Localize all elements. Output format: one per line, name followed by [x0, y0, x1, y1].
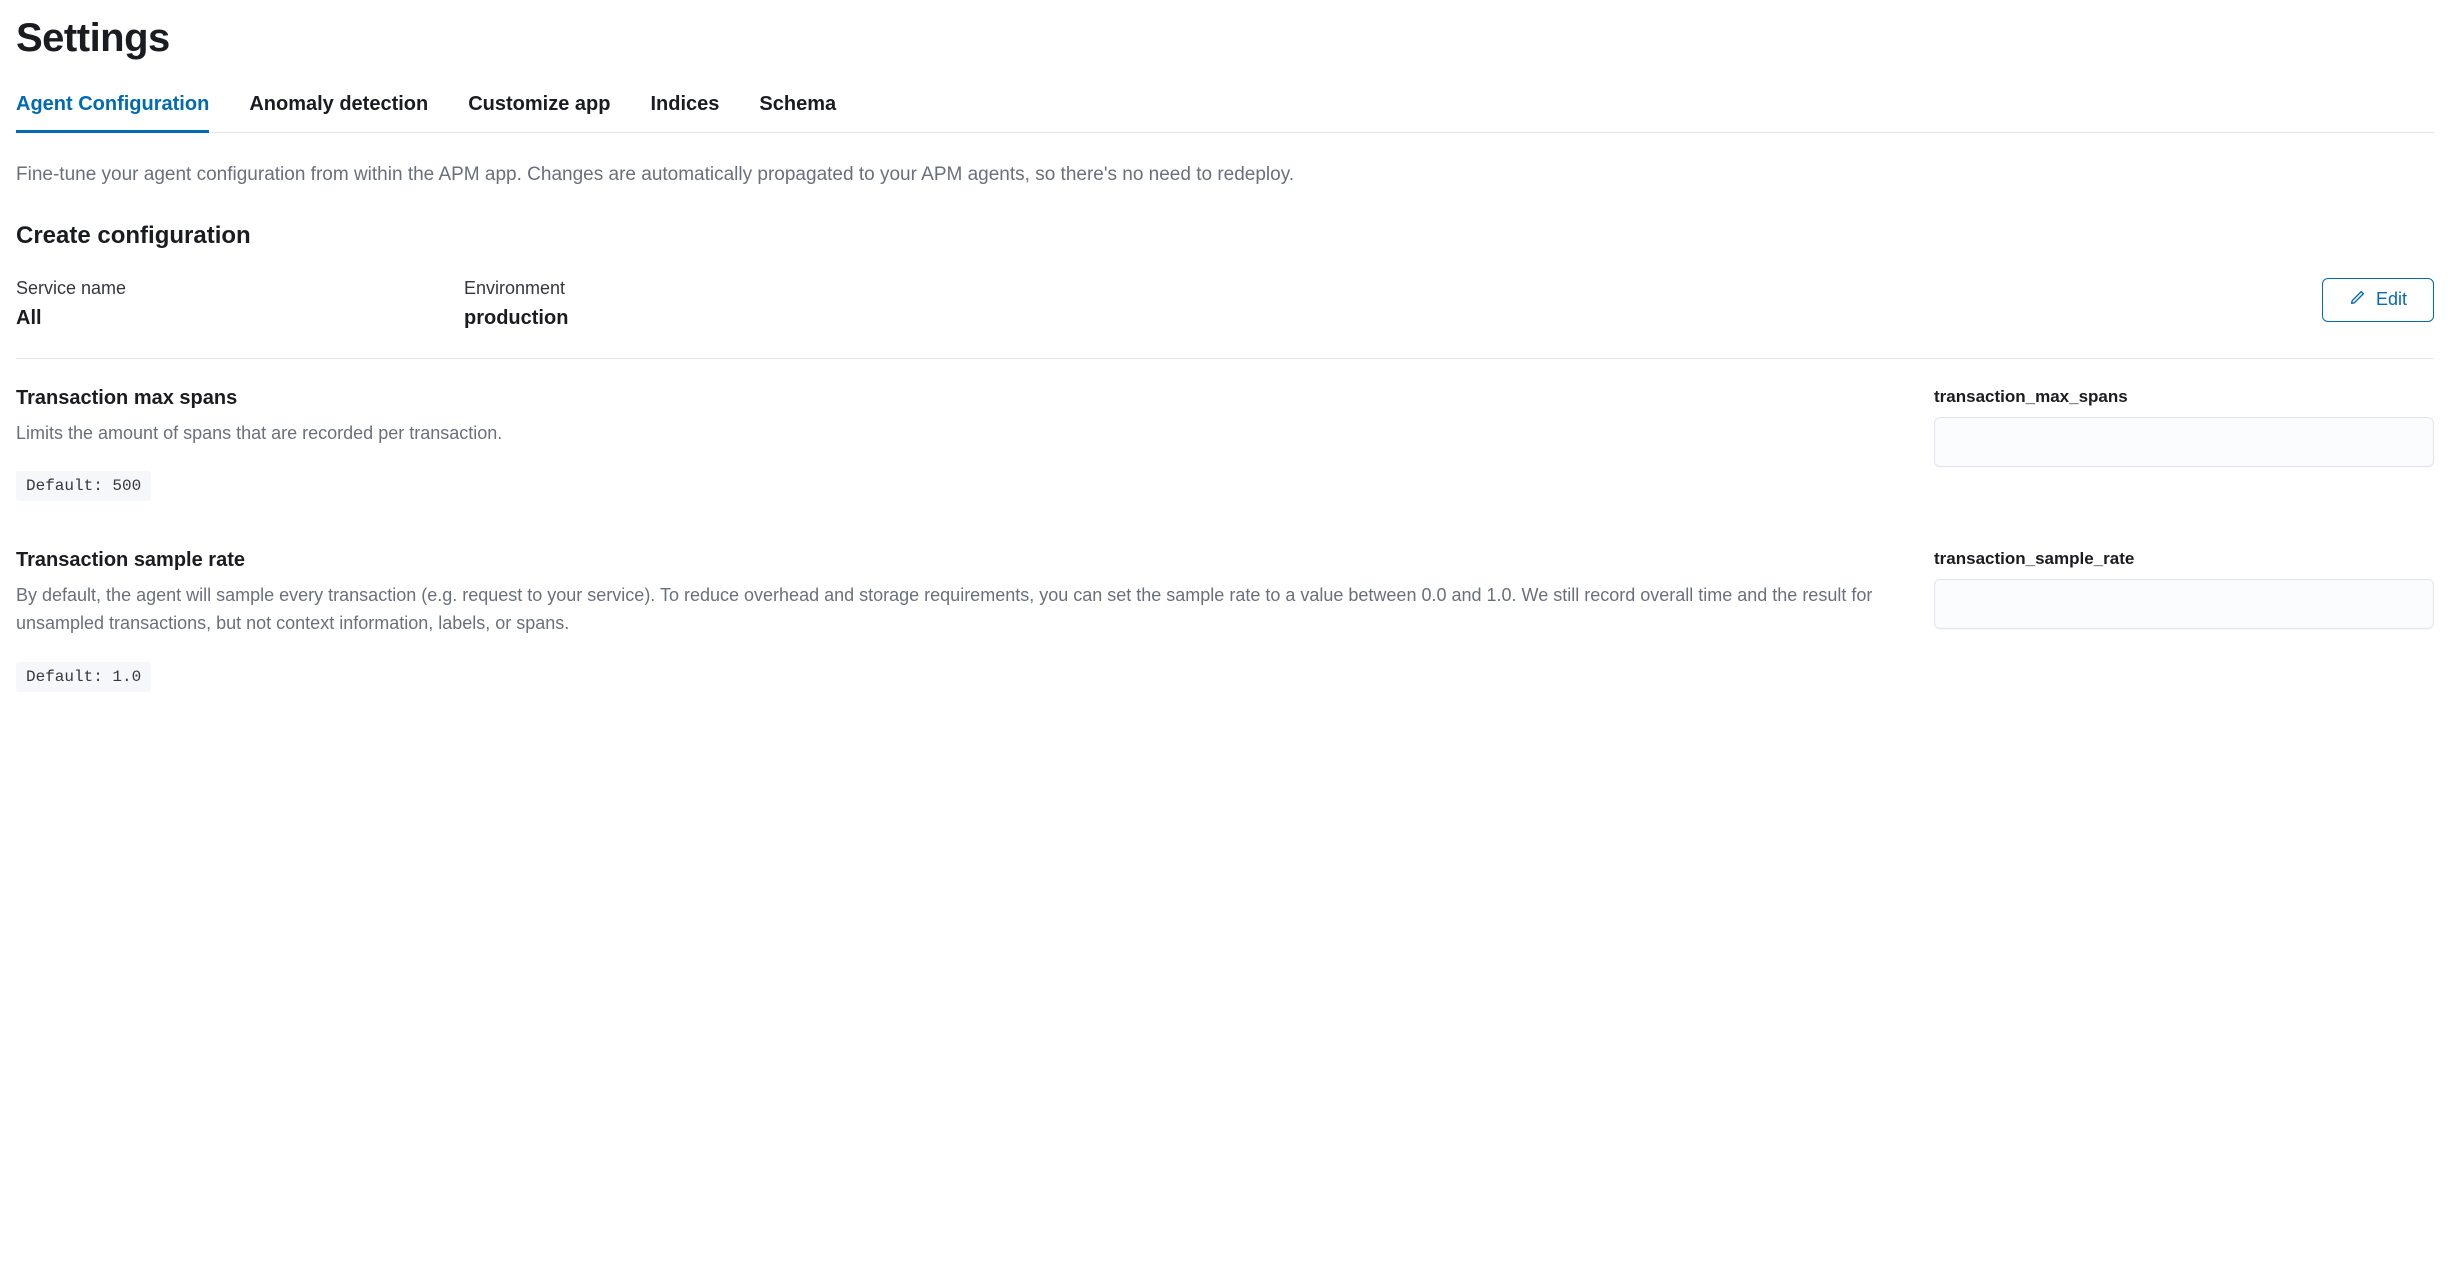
service-name-block: Service name All	[16, 278, 416, 330]
setting-transaction-max-spans: Transaction max spans Limits the amount …	[16, 387, 2434, 502]
tab-anomaly-detection[interactable]: Anomaly detection	[249, 93, 428, 133]
service-name-label: Service name	[16, 278, 416, 299]
setting-title: Transaction sample rate	[16, 549, 1886, 572]
environment-value: production	[464, 307, 2274, 330]
tab-agent-configuration[interactable]: Agent Configuration	[16, 93, 209, 133]
transaction-max-spans-input[interactable]	[1934, 417, 2434, 467]
field-label-transaction-max-spans: transaction_max_spans	[1934, 387, 2434, 407]
config-summary: Service name All Environment production …	[16, 278, 2434, 359]
tab-schema[interactable]: Schema	[759, 93, 836, 133]
field-label-transaction-sample-rate: transaction_sample_rate	[1934, 549, 2434, 569]
edit-button[interactable]: Edit	[2322, 278, 2434, 322]
transaction-sample-rate-input[interactable]	[1934, 579, 2434, 629]
default-badge: Default: 1.0	[16, 662, 151, 692]
environment-label: Environment	[464, 278, 2274, 299]
environment-block: Environment production	[464, 278, 2274, 330]
settings-tabs: Agent Configuration Anomaly detection Cu…	[16, 93, 2434, 133]
edit-button-label: Edit	[2376, 289, 2407, 310]
create-configuration-heading: Create configuration	[16, 222, 2434, 250]
setting-title: Transaction max spans	[16, 387, 1886, 410]
pencil-icon	[2349, 289, 2366, 311]
service-name-value: All	[16, 307, 416, 330]
page-title: Settings	[16, 16, 2434, 61]
default-badge: Default: 500	[16, 471, 151, 501]
setting-description: Limits the amount of spans that are reco…	[16, 420, 1886, 448]
tab-customize-app[interactable]: Customize app	[468, 93, 610, 133]
intro-description: Fine-tune your agent configuration from …	[16, 161, 2434, 190]
tab-indices[interactable]: Indices	[650, 93, 719, 133]
setting-description: By default, the agent will sample every …	[16, 582, 1886, 638]
setting-transaction-sample-rate: Transaction sample rate By default, the …	[16, 549, 2434, 692]
